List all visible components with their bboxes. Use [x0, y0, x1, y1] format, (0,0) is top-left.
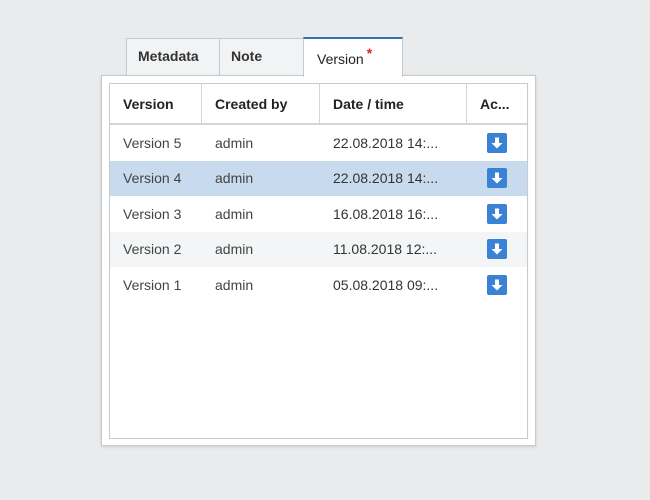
cell-version: Version 4 — [123, 170, 182, 187]
grid-body: Version 5 admin 22.08.2018 14:... Version 4… — [110, 125, 527, 303]
cell-action — [467, 203, 527, 224]
cell-date-time: 11.08.2018 12:... — [333, 241, 438, 258]
cell-created-by: admin — [215, 276, 254, 293]
cell-created-by: admin — [215, 241, 254, 258]
cell-date-time: 05.08.2018 09:... — [333, 276, 439, 293]
cell-date-time: 16.08.2018 16:... — [333, 205, 439, 222]
tab-metadata-label: Metadata — [138, 48, 199, 64]
tab-metadata[interactable]: Metadata — [126, 38, 220, 75]
column-header-date-time[interactable]: Date / time — [320, 84, 467, 123]
column-header-created-by[interactable]: Created by — [202, 84, 320, 123]
cell-created-by: admin — [215, 134, 254, 151]
required-marker: * — [366, 45, 373, 61]
download-icon — [491, 137, 503, 149]
download-icon — [491, 243, 503, 255]
table-row[interactable]: Version 3 admin 16.08.2018 16:... — [110, 196, 527, 232]
download-button[interactable] — [487, 203, 507, 224]
tab-version-label: Version — [317, 51, 364, 67]
grid-header: Version Created by Date / time Ac... — [110, 84, 527, 125]
cell-version: Version 2 — [123, 241, 182, 258]
cell-version: Version 1 — [123, 276, 182, 293]
table-row[interactable]: Version 5 admin 22.08.2018 14:... — [110, 125, 527, 161]
cell-action — [467, 274, 527, 295]
download-button[interactable] — [487, 239, 507, 260]
cell-created-by: admin — [215, 170, 254, 187]
download-icon — [491, 172, 503, 184]
cell-action — [467, 239, 527, 260]
download-icon — [491, 208, 503, 220]
table-row[interactable]: Version 2 admin 11.08.2018 12:... — [110, 231, 527, 267]
version-grid: Version Created by Date / time Ac... Ver… — [109, 83, 528, 439]
cell-created-by: admin — [215, 205, 254, 222]
download-icon — [491, 279, 503, 291]
cell-date-time: 22.08.2018 14:... — [333, 134, 439, 151]
cell-action — [467, 132, 527, 153]
column-header-actions[interactable]: Ac... — [467, 84, 527, 123]
table-row[interactable]: Version 4 admin 22.08.2018 14:... — [110, 160, 527, 196]
version-panel: Version Created by Date / time Ac... Ver… — [101, 75, 536, 446]
tab-version[interactable]: Version * — [303, 37, 403, 77]
download-button[interactable] — [487, 168, 507, 189]
cell-version: Version 3 — [123, 205, 182, 222]
cell-version: Version 5 — [123, 134, 182, 151]
download-button[interactable] — [487, 132, 507, 153]
tab-note-label: Note — [231, 48, 263, 64]
cell-date-time: 22.08.2018 14:... — [333, 170, 439, 187]
tab-note[interactable]: Note — [219, 38, 304, 75]
download-button[interactable] — [487, 274, 507, 295]
column-header-version[interactable]: Version — [110, 84, 202, 123]
table-row[interactable]: Version 1 admin 05.08.2018 09:... — [110, 267, 527, 303]
cell-action — [467, 168, 527, 189]
version-dialog: Metadata Note Version * Version Created b… — [0, 0, 650, 500]
